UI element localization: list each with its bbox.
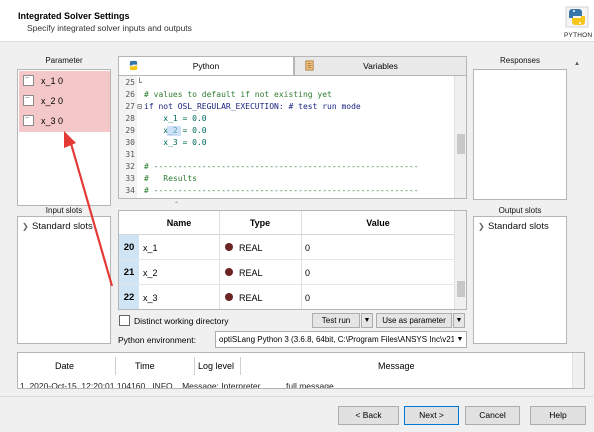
annotation-arrow-icon <box>64 131 114 287</box>
integrated-solver-settings-dialog: Integrated Solver Settings Specify integ… <box>0 0 594 432</box>
